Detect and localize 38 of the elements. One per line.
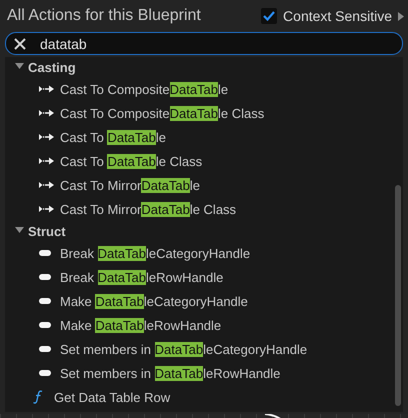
clear-icon[interactable] — [14, 38, 26, 50]
action-item[interactable]: Break DataTableCategoryHandle — [60, 246, 250, 260]
action-item[interactable]: Cast To MirrorDataTable — [60, 178, 200, 192]
search-field[interactable]: datatab — [5, 32, 403, 55]
wire-curve — [264, 414, 283, 418]
context-checkbox[interactable] — [261, 8, 278, 24]
action-item[interactable]: Break DataTableRowHandle — [60, 270, 224, 284]
expand-arrow-icon[interactable] — [398, 12, 404, 20]
category-header[interactable]: Casting — [28, 60, 76, 74]
exec-arrow-icon — [39, 205, 55, 213]
scrollbar-thumb[interactable] — [395, 185, 401, 406]
action-item[interactable]: Cast To DataTable — [60, 130, 166, 144]
action-item[interactable]: Make DataTableRowHandle — [60, 318, 222, 332]
category-header[interactable]: Struct — [28, 224, 66, 238]
struct-pill-icon — [39, 322, 51, 328]
action-item[interactable]: Cast To MirrorDataTable Class — [60, 202, 236, 216]
action-item[interactable]: Cast To CompositeDataTable — [60, 82, 228, 96]
panel-title: All Actions for this Blueprint — [7, 7, 202, 25]
struct-pill-icon — [39, 346, 51, 352]
action-item[interactable]: Make DataTableCategoryHandle — [60, 294, 248, 308]
struct-pill-icon — [39, 370, 51, 376]
action-item[interactable]: Cast To DataTable Class — [60, 154, 202, 168]
exec-arrow-icon — [39, 181, 55, 189]
context-sensitive-label[interactable]: Context Sensitive — [283, 8, 392, 24]
collapse-arrow-icon[interactable] — [15, 62, 24, 72]
exec-arrow-icon — [39, 133, 55, 141]
struct-pill-icon — [39, 250, 51, 256]
action-item[interactable]: Set members in DataTableCategoryHandle — [60, 342, 308, 356]
action-item[interactable]: Cast To CompositeDataTable Class — [60, 106, 264, 120]
exec-arrow-icon — [39, 85, 55, 93]
function-icon — [33, 390, 43, 404]
exec-arrow-icon — [39, 157, 55, 165]
exec-arrow-icon — [39, 109, 55, 117]
action-item[interactable]: Set members in DataTableRowHandle — [60, 366, 280, 380]
struct-pill-icon — [39, 298, 51, 304]
collapse-arrow-icon[interactable] — [15, 226, 24, 236]
action-item[interactable]: Get Data Table Row — [54, 390, 170, 404]
struct-pill-icon — [39, 274, 51, 280]
